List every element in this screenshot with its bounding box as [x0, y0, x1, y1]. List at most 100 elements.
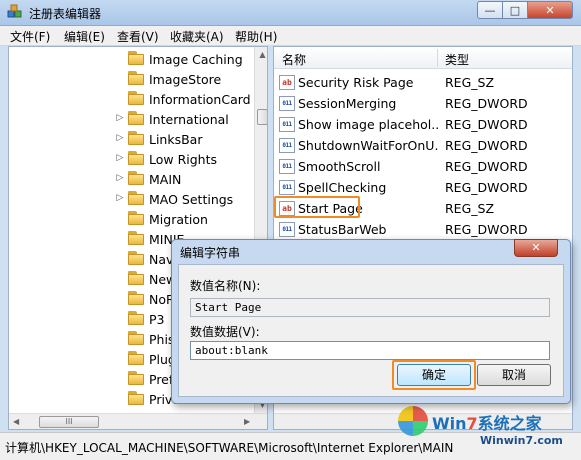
close-button[interactable]: ✕	[527, 1, 573, 19]
scroll-left-icon[interactable]: ◀	[13, 417, 19, 426]
value-type: REG_DWORD	[445, 222, 528, 237]
window-title: 注册表编辑器	[29, 7, 102, 21]
menu-edit[interactable]: 编辑(E)	[64, 28, 105, 45]
value-row[interactable]: 011 StatusBarWeb REG_DWORD	[274, 219, 572, 240]
cancel-button[interactable]: 取消	[477, 364, 551, 386]
folder-icon	[127, 371, 145, 386]
folder-icon	[127, 231, 145, 246]
watermark-url: Winwin7.com	[480, 434, 563, 447]
value-name: Show image placehol...	[298, 117, 438, 132]
tree-item[interactable]: Migration	[9, 209, 255, 229]
menu-view[interactable]: 查看(V)	[117, 28, 159, 45]
value-row[interactable]: 011 SpellChecking REG_DWORD	[274, 177, 572, 198]
value-row[interactable]: 011 Show image placehol... REG_DWORD	[274, 114, 572, 135]
folder-icon	[127, 251, 145, 266]
value-name: SmoothScroll	[298, 159, 381, 174]
start-page-highlight	[274, 196, 360, 218]
scroll-up-icon[interactable]: ▲	[258, 50, 267, 59]
folder-icon	[127, 51, 145, 66]
tree-item-label: MAIN	[149, 172, 182, 187]
minimize-button[interactable]: —	[477, 1, 503, 19]
tree-item[interactable]: ▷ Low Rights	[9, 149, 255, 169]
tree-hscroll-thumb[interactable]: III	[39, 416, 99, 428]
folder-icon	[127, 171, 145, 186]
menu-help[interactable]: 帮助(H)	[235, 28, 277, 45]
brand-seven: 7	[466, 414, 478, 433]
tree-item[interactable]: ▷ MAIN	[9, 169, 255, 189]
folder-icon	[127, 111, 145, 126]
value-row[interactable]: 011 SmoothScroll REG_DWORD	[274, 156, 572, 177]
tree-item-label: Low Rights	[149, 152, 218, 167]
tree-horizontal-scrollbar[interactable]: ◀ III ▶	[9, 413, 267, 429]
tree-item-label: LinksBar	[149, 132, 203, 147]
value-name: SpellChecking	[298, 180, 387, 195]
folder-icon	[127, 71, 145, 86]
tree-item-label: P3	[149, 312, 165, 327]
column-type-header[interactable]: 类型	[445, 51, 469, 68]
value-name-label: 数值名称(N):	[190, 279, 261, 293]
brand-suffix: 系统之家	[477, 414, 542, 433]
tree-item-label: ImageStore	[149, 72, 222, 87]
tree-item-label: InformationCard T	[149, 92, 263, 107]
dword-value-icon: 011	[279, 180, 295, 195]
expand-arrow-icon[interactable]: ▷	[115, 153, 125, 163]
brand-prefix: Win	[432, 414, 467, 433]
value-row[interactable]: 011 SessionMerging REG_DWORD	[274, 93, 572, 114]
title-bar: 注册表编辑器 — □ ✕	[0, 0, 581, 26]
tree-item[interactable]: ▷ International	[9, 109, 255, 129]
tree-item[interactable]: ImageStore	[9, 69, 255, 89]
dword-value-icon: 011	[279, 138, 295, 153]
expand-arrow-icon[interactable]: ▷	[115, 193, 125, 203]
dword-value-icon: 011	[279, 117, 295, 132]
value-type: REG_DWORD	[445, 117, 528, 132]
windows-logo-icon	[398, 406, 428, 436]
registry-editor-icon	[7, 4, 22, 18]
dialog-body: 数值名称(N): Start Page 数值数据(V): about:blank…	[178, 264, 564, 397]
string-value-icon: ab	[279, 75, 295, 90]
value-row[interactable]: ab Security Risk Page REG_SZ	[274, 72, 572, 93]
tree-item[interactable]: Image Caching	[9, 49, 255, 69]
value-name: ShutdownWaitForOnU...	[298, 138, 438, 153]
dword-value-icon: 011	[279, 159, 295, 174]
folder-icon	[127, 151, 145, 166]
folder-icon	[127, 351, 145, 366]
expand-arrow-icon[interactable]: ▷	[115, 133, 125, 143]
dword-value-icon: 011	[279, 96, 295, 111]
folder-icon	[127, 211, 145, 226]
value-type: REG_DWORD	[445, 180, 528, 195]
maximize-button[interactable]: □	[502, 1, 528, 19]
value-name: SessionMerging	[298, 96, 397, 111]
menu-favorites[interactable]: 收藏夹(A)	[170, 28, 224, 45]
scroll-right-icon[interactable]: ▶	[244, 417, 250, 426]
tree-item-label: Image Caching	[149, 52, 243, 67]
tree-item[interactable]: ▷ MAO Settings	[9, 189, 255, 209]
value-name-field: Start Page	[190, 298, 550, 317]
value-row[interactable]: 011 ShutdownWaitForOnU... REG_DWORD	[274, 135, 572, 156]
expand-arrow-icon[interactable]: ▷	[115, 173, 125, 183]
value-data-input[interactable]: about:blank	[190, 341, 550, 360]
ok-button[interactable]: 确定	[397, 364, 471, 386]
folder-icon	[127, 271, 145, 286]
dialog-close-button[interactable]: ✕	[514, 239, 558, 257]
watermark-brand: Win7系统之家	[432, 410, 542, 434]
tree-scroll-thumb[interactable]	[257, 109, 267, 125]
folder-icon	[127, 291, 145, 306]
edit-string-dialog: 编辑字符串 ✕ 数值名称(N): Start Page 数值数据(V): abo…	[171, 239, 571, 404]
site-watermark: Win7系统之家 Winwin7.com	[398, 402, 578, 456]
expand-arrow-icon[interactable]: ▷	[115, 113, 125, 123]
folder-icon	[127, 311, 145, 326]
tree-item[interactable]: InformationCard T	[9, 89, 262, 109]
menu-file[interactable]: 文件(F)	[10, 28, 50, 45]
value-type: REG_SZ	[445, 201, 495, 216]
tree-item-label: International	[149, 112, 229, 127]
column-name-header[interactable]: 名称	[282, 51, 306, 68]
value-type: REG_DWORD	[445, 159, 528, 174]
tree-item[interactable]: ▷ LinksBar	[9, 129, 255, 149]
column-separator[interactable]	[437, 49, 438, 67]
registry-path: 计算机\HKEY_LOCAL_MACHINE\SOFTWARE\Microsof…	[5, 441, 454, 455]
menu-bar: 文件(F) 编辑(E) 查看(V) 收藏夹(A) 帮助(H)	[0, 26, 581, 46]
dialog-title: 编辑字符串	[180, 246, 241, 260]
dword-value-icon: 011	[279, 222, 295, 237]
value-name: Security Risk Page	[298, 75, 414, 90]
value-type: REG_DWORD	[445, 96, 528, 111]
